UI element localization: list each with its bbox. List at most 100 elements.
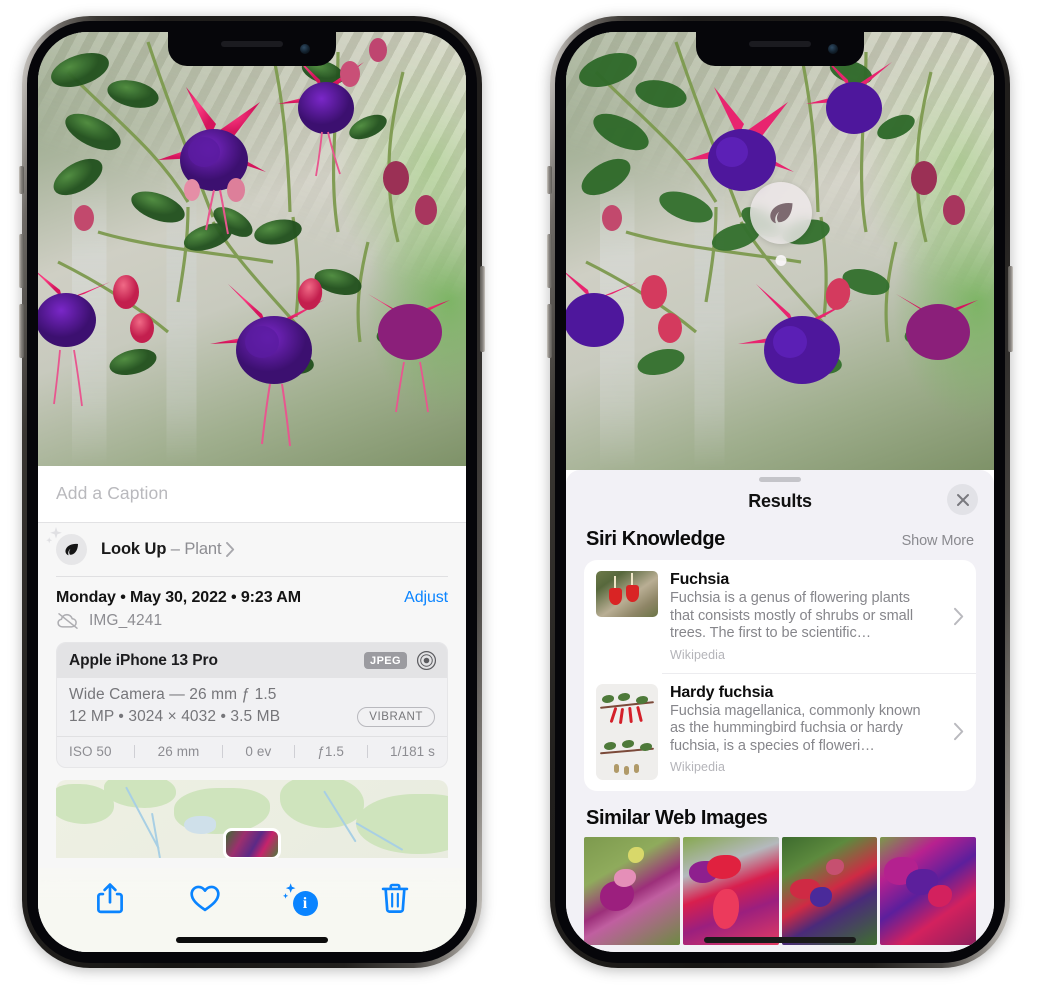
left-screen: Add a Caption Look Up – Plant Monday • M…	[38, 32, 466, 952]
lookup-anchor-dot	[775, 255, 787, 266]
chevron-right-icon	[953, 607, 964, 625]
favorite-button[interactable]	[188, 881, 222, 915]
photo-fuchsia-left[interactable]	[38, 32, 466, 466]
filename-row: IMG_4241	[38, 609, 466, 642]
screenshot-stage: Add a Caption Look Up – Plant Monday • M…	[0, 0, 1055, 985]
leaf-icon	[770, 202, 793, 224]
cloud-slash-icon	[57, 613, 78, 629]
share-icon	[96, 883, 123, 914]
camera-card-body: Wide Camera — 26 mm ƒ 1.5 12 MP • 3024 ×…	[57, 678, 447, 736]
exif-divider	[134, 745, 136, 758]
volume-down-button[interactable]	[547, 304, 552, 358]
exif-focal: 26 mm	[157, 744, 200, 759]
sparkle-icon	[46, 527, 62, 544]
exif-iso: ISO 50	[69, 744, 112, 759]
volume-down-button[interactable]	[19, 304, 24, 358]
knowledge-item[interactable]: Hardy fuchsia Fuchsia magellanica, commo…	[584, 672, 976, 791]
right-screen: Results Siri Knowledge Show More Fuchsia…	[566, 32, 994, 952]
power-button[interactable]	[1008, 266, 1013, 352]
knowledge-description: Fuchsia magellanica, commonly known as t…	[670, 702, 921, 754]
photo-meta-row: Monday • May 30, 2022 • 9:23 AM Adjust	[38, 577, 466, 609]
knowledge-item[interactable]: Fuchsia Fuchsia is a genus of flowering …	[584, 560, 976, 673]
similar-image-thumbnail[interactable]	[584, 836, 680, 945]
photo-date: Monday • May 30, 2022 • 9:23 AM	[56, 589, 301, 606]
close-button[interactable]	[947, 484, 978, 515]
format-badge: JPEG	[364, 652, 407, 669]
camera-card-header: Apple iPhone 13 Pro JPEG	[57, 643, 447, 678]
home-indicator[interactable]	[704, 937, 856, 943]
exif-divider	[366, 745, 368, 758]
knowledge-title: Hardy fuchsia	[670, 683, 774, 701]
volume-up-button[interactable]	[547, 234, 552, 288]
camera-lens-line: Wide Camera — 26 mm ƒ 1.5	[69, 686, 277, 703]
exif-divider	[221, 745, 223, 758]
delete-button[interactable]	[378, 881, 412, 915]
power-button[interactable]	[480, 266, 485, 352]
exif-row: ISO 50 26 mm 0 ev ƒ1.5 1/181 s	[57, 736, 447, 767]
look-up-separator: –	[166, 540, 185, 558]
notch	[168, 32, 336, 66]
fuchsia-plant-art	[566, 32, 978, 384]
knowledge-description: Fuchsia is a genus of flowering plants t…	[670, 590, 914, 641]
exif-shutter: 1/181 s	[390, 744, 435, 759]
location-map-thumbnail[interactable]	[56, 780, 448, 858]
iphone-right: Results Siri Knowledge Show More Fuchsia…	[547, 16, 1013, 968]
earpiece-speaker	[749, 41, 811, 47]
caption-input[interactable]: Add a Caption	[38, 466, 466, 523]
similar-image-thumbnail[interactable]	[781, 836, 878, 945]
similar-image-thumbnail[interactable]	[880, 836, 976, 945]
knowledge-title: Fuchsia	[670, 571, 730, 588]
look-up-text: Look Up	[101, 540, 167, 558]
knowledge-thumbnail	[596, 571, 658, 617]
results-sheet: Results Siri Knowledge Show More Fuchsia…	[566, 470, 994, 952]
front-camera	[828, 44, 838, 54]
adjust-button[interactable]: Adjust	[404, 589, 448, 607]
chevron-right-icon	[226, 542, 235, 557]
home-indicator[interactable]	[176, 937, 328, 943]
similar-image-thumbnail[interactable]	[682, 836, 779, 945]
look-up-row[interactable]: Look Up – Plant	[38, 523, 466, 577]
info-button[interactable]: i	[282, 881, 318, 916]
visual-lookup-leaf-badge[interactable]	[750, 182, 812, 266]
mute-switch[interactable]	[547, 166, 552, 194]
siri-knowledge-header: Siri Knowledge Show More	[566, 528, 994, 560]
look-up-subject: Plant	[184, 540, 222, 558]
fuchsia-plant-art	[38, 32, 450, 447]
knowledge-source: Wikipedia	[670, 760, 726, 774]
volume-up-button[interactable]	[19, 234, 24, 288]
knowledge-source: Wikipedia	[670, 647, 726, 662]
camera-info-card: Apple iPhone 13 Pro JPEG Wide Camera — 2…	[56, 642, 448, 768]
similar-web-images-strip[interactable]	[566, 836, 994, 945]
iphone-left: Add a Caption Look Up – Plant Monday • M…	[19, 16, 485, 968]
aperture-icon	[416, 650, 437, 671]
leaf-icon	[65, 543, 79, 556]
close-icon	[956, 493, 969, 506]
front-camera	[300, 44, 310, 54]
share-button[interactable]	[93, 881, 127, 915]
camera-specs-line: 12 MP • 3024 × 4032 • 3.5 MB	[69, 708, 281, 725]
heart-icon	[189, 885, 220, 912]
exif-exposure: 0 ev	[245, 744, 272, 759]
leaf-chip	[46, 527, 87, 565]
info-badge: i	[292, 891, 318, 916]
results-header: Results	[566, 482, 994, 528]
exif-divider	[293, 745, 295, 758]
siri-knowledge-card: Fuchsia Fuchsia is a genus of flowering …	[584, 560, 976, 791]
trash-icon	[381, 883, 408, 913]
photographic-style-pill: VIBRANT	[357, 707, 435, 727]
look-up-label: Look Up – Plant	[101, 540, 222, 559]
similar-web-images-title: Similar Web Images	[586, 806, 768, 829]
camera-device-name: Apple iPhone 13 Pro	[69, 651, 218, 669]
mute-switch[interactable]	[19, 166, 24, 194]
notch	[696, 32, 864, 66]
photo-fuchsia-right[interactable]	[566, 32, 994, 470]
photo-filename: IMG_4241	[89, 612, 163, 629]
exif-aperture: ƒ1.5	[317, 744, 344, 759]
show-more-button[interactable]: Show More	[902, 533, 975, 549]
chevron-right-icon	[953, 722, 964, 741]
earpiece-speaker	[221, 41, 283, 47]
siri-knowledge-title: Siri Knowledge	[586, 528, 725, 550]
map-photo-pin	[223, 828, 281, 858]
results-title: Results	[748, 491, 812, 511]
knowledge-thumbnail	[596, 683, 658, 780]
